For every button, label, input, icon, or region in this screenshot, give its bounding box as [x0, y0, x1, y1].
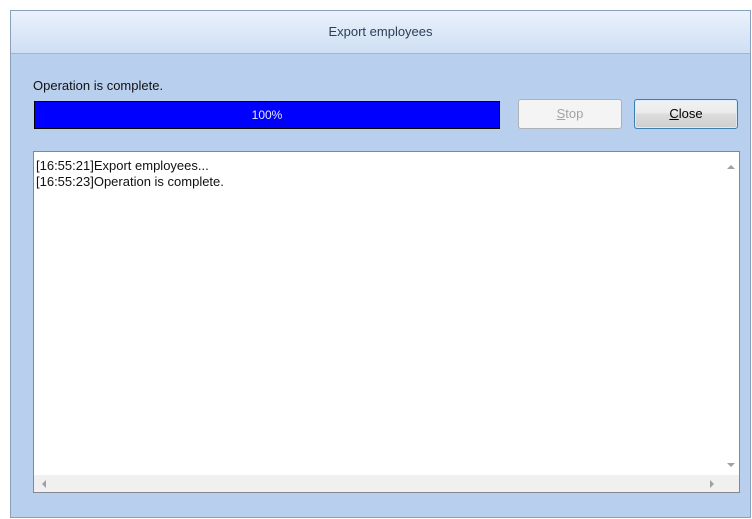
chevron-down-icon[interactable] [727, 463, 735, 467]
progress-bar: 100% [34, 101, 500, 129]
log-textbox[interactable]: [16:55:21]Export employees... [16:55:23]O… [33, 151, 740, 493]
close-button[interactable]: Close [634, 99, 738, 129]
vertical-scrollbar[interactable] [722, 152, 739, 475]
log-line: [16:55:23]Operation is complete. [36, 174, 224, 189]
close-button-mnemonic: C [669, 106, 679, 121]
log-text: [16:55:21]Export employees... [16:55:23]O… [36, 158, 224, 190]
chevron-left-icon[interactable] [42, 480, 46, 488]
horizontal-scrollbar[interactable] [34, 475, 722, 492]
scrollbar-corner [722, 475, 739, 492]
stop-button-mnemonic: S [556, 106, 566, 121]
progress-percent-label: 100% [251, 108, 283, 122]
export-dialog: Export employees Operation is complete. … [10, 10, 751, 518]
chevron-right-icon[interactable] [710, 480, 714, 488]
stop-button-label: top [565, 106, 584, 121]
window-title: Export employees [328, 24, 433, 39]
close-button-label: lose [678, 106, 703, 121]
chevron-up-icon[interactable] [727, 165, 735, 169]
log-line: [16:55:21]Export employees... [36, 158, 209, 173]
stop-button[interactable]: Stop [518, 99, 622, 129]
title-bar[interactable]: Export employees [11, 11, 750, 54]
status-label: Operation is complete. [33, 78, 164, 93]
